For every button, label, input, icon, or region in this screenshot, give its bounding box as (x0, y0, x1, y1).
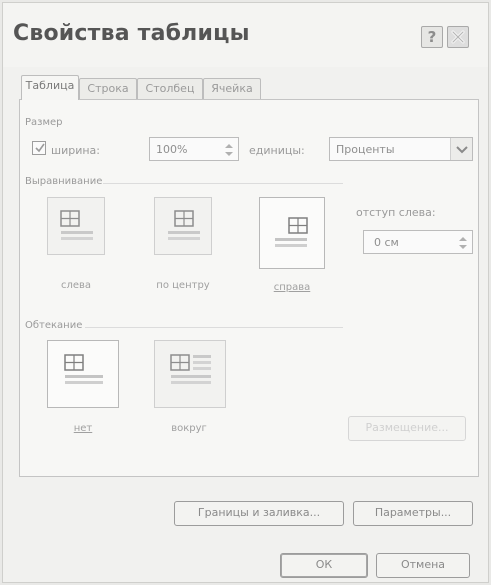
chevron-down-icon (456, 146, 468, 154)
size-group-label: Размер (25, 117, 63, 128)
check-icon (35, 143, 45, 153)
dialog-title: Свойства таблицы (13, 21, 250, 46)
alignment-divider (103, 183, 343, 184)
width-value: 100% (156, 143, 188, 156)
units-select[interactable]: Проценты (329, 137, 473, 161)
ok-button[interactable]: ОК (280, 553, 368, 578)
indent-spinner[interactable]: 0 см (363, 230, 473, 254)
align-right-option[interactable] (259, 197, 325, 269)
title-bar: Свойства таблицы ? (3, 3, 488, 67)
width-label: ширина: (51, 144, 100, 157)
tab-table[interactable]: Таблица (21, 75, 79, 100)
tab-strip: Таблица Строка Столбец Ячейка (21, 75, 481, 100)
align-left-option[interactable] (47, 197, 105, 255)
help-button[interactable]: ? (421, 26, 443, 48)
close-button[interactable] (447, 26, 469, 48)
tab-row[interactable]: Строка (79, 78, 137, 99)
align-right-icon (275, 217, 308, 247)
wrap-around-label: вокруг (171, 423, 207, 434)
options-button[interactable]: Параметры... (353, 501, 473, 526)
align-right-label: справа (273, 282, 311, 293)
spinner-arrows-icon[interactable] (223, 142, 235, 158)
wrapping-group-label: Обтекание (25, 320, 83, 331)
units-label: единицы: (249, 144, 305, 157)
align-center-label: по центру (156, 280, 210, 291)
placement-button[interactable]: Размещение... (348, 416, 466, 441)
units-dropdown-button[interactable] (450, 138, 472, 160)
align-left-label: слева (60, 280, 92, 291)
width-spinner[interactable]: 100% (149, 137, 239, 161)
indent-label: отступ слева: (356, 206, 436, 219)
units-value: Проценты (336, 143, 395, 156)
cancel-button[interactable]: Отмена (376, 553, 470, 578)
tab-column[interactable]: Столбец (137, 78, 203, 99)
spinner-arrows-icon[interactable] (457, 235, 469, 251)
width-checkbox[interactable] (32, 141, 46, 155)
indent-value: 0 см (374, 236, 399, 249)
alignment-group-label: Выравнивание (25, 176, 103, 187)
borders-and-shading-button[interactable]: Границы и заливка... (174, 501, 344, 526)
wrap-around-option[interactable] (154, 340, 226, 408)
wrap-none-icon (64, 354, 103, 384)
align-left-icon (60, 210, 93, 240)
tab-cell[interactable]: Ячейка (203, 78, 261, 99)
align-center-option[interactable] (154, 197, 212, 255)
table-properties-dialog: Свойства таблицы ? Таблица Строка Столбе… (2, 2, 489, 583)
wrap-none-label: нет (73, 423, 93, 434)
wrapping-divider (85, 327, 343, 328)
close-icon (451, 30, 465, 44)
wrap-none-option[interactable] (47, 340, 119, 408)
align-center-icon (168, 210, 200, 240)
wrap-around-icon (170, 354, 211, 384)
